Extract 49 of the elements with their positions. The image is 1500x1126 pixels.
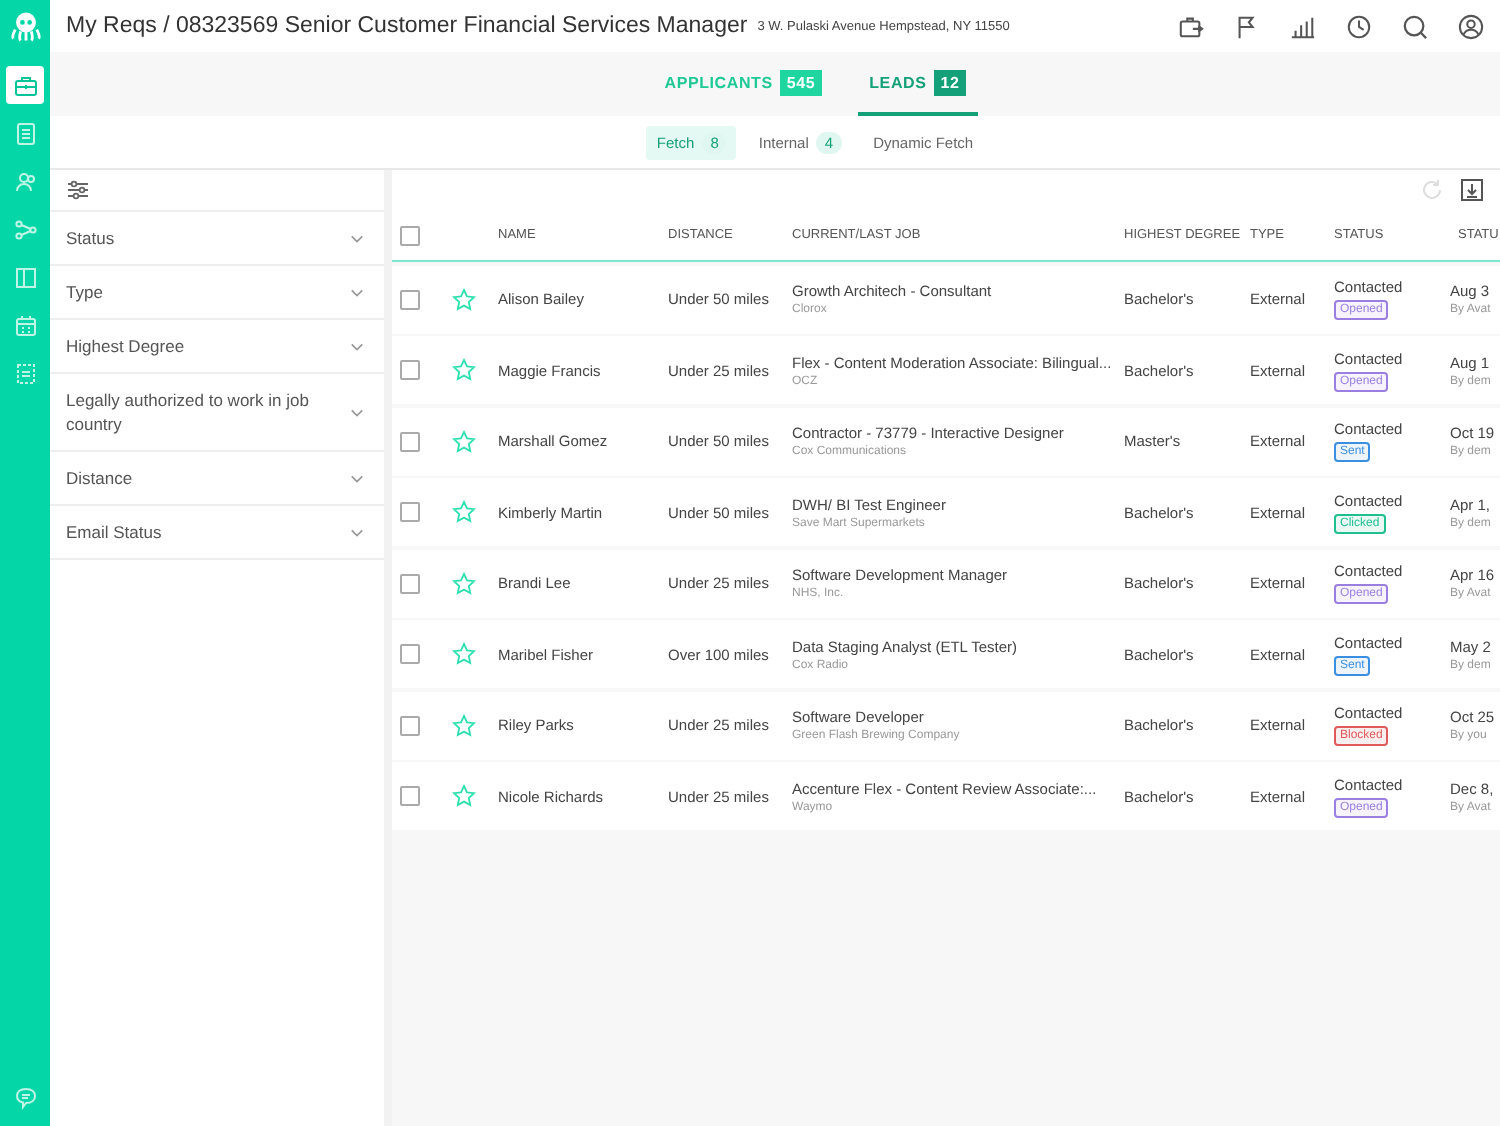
row-checkbox[interactable] (400, 360, 420, 380)
chevron-icon (350, 405, 364, 419)
chat-icon[interactable] (13, 1086, 37, 1110)
filter-item[interactable]: Type (50, 266, 384, 320)
filter-item[interactable]: Email Status (50, 506, 384, 560)
filter-label: Highest Degree (66, 334, 185, 358)
tab-count: 545 (780, 69, 822, 95)
row-checkbox[interactable] (400, 573, 420, 593)
briefcase-icon[interactable] (1178, 13, 1204, 39)
filter-label: Type (66, 280, 103, 304)
filter-sliders-icon[interactable] (66, 178, 90, 202)
page-title: My Reqs / 08323569 Senior Customer Financial Services Manager (66, 14, 748, 38)
chevron-icon (350, 339, 364, 353)
filter-label: Distance (66, 466, 133, 490)
star-icon[interactable] (452, 358, 476, 382)
clock-icon[interactable] (1346, 13, 1372, 39)
filter-label: Status (66, 226, 115, 250)
row-checkbox[interactable] (400, 502, 420, 522)
filter-item[interactable]: Distance (50, 452, 384, 506)
filter-label: Legally authorized to work in job country (66, 388, 311, 436)
star-icon[interactable] (452, 287, 476, 311)
star-icon[interactable] (452, 500, 476, 524)
star-icon[interactable] (452, 784, 476, 808)
chevron-icon (350, 525, 364, 539)
user-icon[interactable] (1458, 13, 1484, 39)
star-icon[interactable] (452, 642, 476, 666)
row-checkbox[interactable] (400, 289, 420, 309)
bar-chart-icon[interactable] (1290, 13, 1316, 39)
filter-item[interactable]: Highest Degree (50, 320, 384, 374)
chevron-icon (350, 231, 364, 245)
row-checkbox[interactable] (400, 715, 420, 735)
star-icon[interactable] (452, 429, 476, 453)
chevron-icon (350, 471, 364, 485)
filter-item[interactable]: Legally authorized to work in job country (50, 374, 384, 452)
octopus-logo-icon[interactable] (7, 8, 43, 44)
row-checkbox[interactable] (400, 431, 420, 451)
row-checkbox[interactable] (400, 644, 420, 664)
star-icon[interactable] (452, 571, 476, 595)
select-all-checkbox[interactable] (400, 225, 420, 245)
filter-label: Email Status (66, 520, 162, 544)
star-icon[interactable] (452, 713, 476, 737)
row-checkbox[interactable] (400, 786, 420, 806)
refresh-icon[interactable] (1420, 178, 1444, 202)
flag-icon[interactable] (1234, 13, 1260, 39)
filter-item[interactable]: Status (50, 212, 384, 266)
download-icon[interactable] (1460, 178, 1484, 202)
tab-count: 12 (934, 69, 966, 95)
search-icon[interactable] (1402, 13, 1428, 39)
chevron-icon (350, 285, 364, 299)
